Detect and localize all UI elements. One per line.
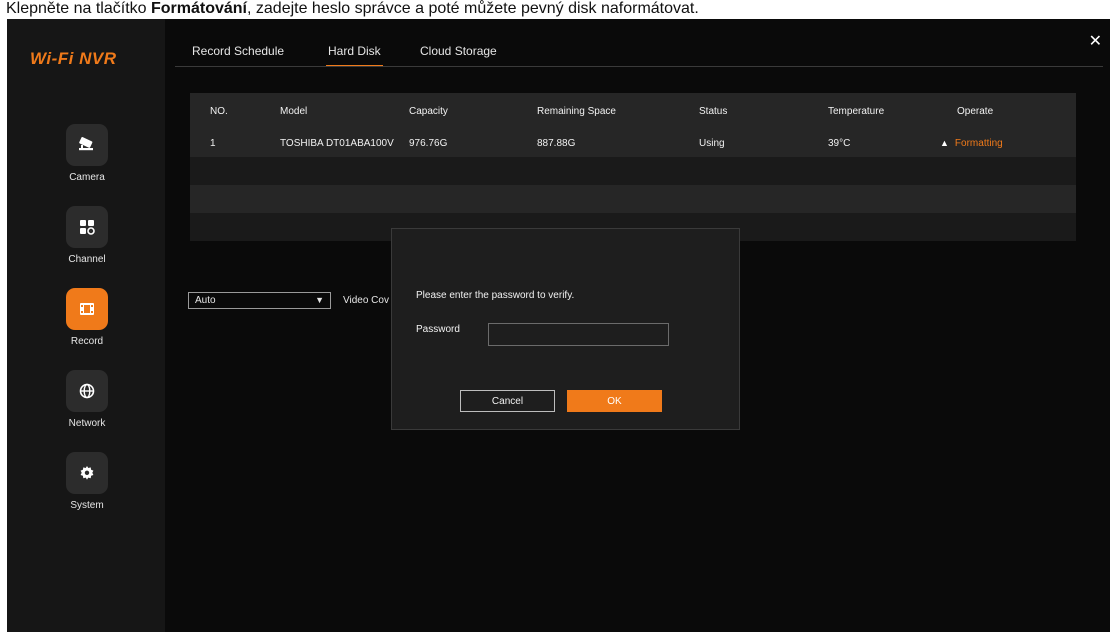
cell-remaining-space: 887.88G: [537, 137, 576, 149]
chevron-down-icon: ▼: [315, 295, 324, 305]
table-row-empty: [190, 157, 1076, 185]
dialog-message: Please enter the password to verify.: [416, 290, 575, 301]
sidebar-item-label: Camera: [69, 172, 105, 183]
cell-status: Using: [699, 137, 725, 149]
tab-divider: [175, 66, 1103, 67]
mouse-pointer-icon: ▲: [940, 138, 949, 148]
cell-capacity: 976.76G: [409, 137, 448, 149]
password-field[interactable]: [488, 323, 669, 346]
cell-model: TOSHIBA DT01ABA100V: [280, 137, 394, 149]
nvr-app-window: Wi-Fi NVR Camera Channel Record Network: [7, 19, 1110, 632]
formatting-link[interactable]: Formatting: [955, 138, 1003, 149]
gear-icon: [66, 452, 108, 494]
caption-suffix: , zadejte heslo správce a poté můžete pe…: [247, 0, 699, 17]
caption-prefix: Klepněte na tlačítko: [6, 0, 151, 17]
password-label: Password: [416, 324, 460, 335]
tab-cloud-storage[interactable]: Cloud Storage: [420, 44, 497, 58]
overwrite-mode-select[interactable]: Auto ▼: [188, 292, 331, 309]
cell-operate: ▲ Formatting: [940, 129, 1003, 157]
caption-bold: Formátování: [150, 0, 247, 17]
sidebar-item-channel[interactable]: Channel: [57, 206, 117, 265]
column-header: Temperature: [828, 105, 885, 117]
video-coverage-label: Video Cov: [343, 295, 389, 306]
camera-icon: [66, 124, 108, 166]
table-row-empty: [190, 185, 1076, 213]
column-header: NO.: [210, 105, 228, 117]
column-header: Model: [280, 105, 308, 117]
app-logo: Wi-Fi NVR: [30, 49, 117, 68]
column-header: Operate: [957, 105, 994, 117]
globe-icon: [66, 370, 108, 412]
ok-button[interactable]: OK: [567, 390, 662, 412]
password-verify-dialog: Please enter the password to verify. Pas…: [391, 228, 740, 430]
sidebar: Wi-Fi NVR Camera Channel Record Network: [7, 19, 165, 632]
tab-record-schedule[interactable]: Record Schedule: [192, 44, 284, 58]
column-header: Status: [699, 105, 728, 117]
sidebar-item-record[interactable]: Record: [57, 288, 117, 347]
column-header: Capacity: [409, 105, 448, 117]
table-row[interactable]: 1 TOSHIBA DT01ABA100V 976.76G 887.88G Us…: [190, 129, 1076, 157]
sidebar-item-label: Network: [68, 418, 106, 429]
column-header: Remaining Space: [537, 105, 616, 117]
table-header-row: NO. Model Capacity Remaining Space Statu…: [190, 93, 1076, 129]
cell-temperature: 39°C: [828, 137, 851, 149]
sidebar-item-system[interactable]: System: [57, 452, 117, 511]
hard-disk-table: NO. Model Capacity Remaining Space Statu…: [190, 93, 1076, 241]
cancel-button[interactable]: Cancel: [460, 390, 555, 412]
cell-no: 1: [210, 137, 216, 149]
film-icon: [66, 288, 108, 330]
sidebar-item-camera[interactable]: Camera: [57, 124, 117, 183]
sidebar-item-network[interactable]: Network: [57, 370, 117, 429]
select-value: Auto: [195, 295, 216, 306]
channel-grid-icon: [66, 206, 108, 248]
close-icon[interactable]: ✕: [1089, 31, 1102, 51]
sidebar-item-label: Channel: [68, 254, 106, 265]
sidebar-item-label: System: [70, 500, 104, 511]
tab-hard-disk[interactable]: Hard Disk: [326, 44, 383, 67]
sidebar-item-label: Record: [70, 336, 104, 347]
